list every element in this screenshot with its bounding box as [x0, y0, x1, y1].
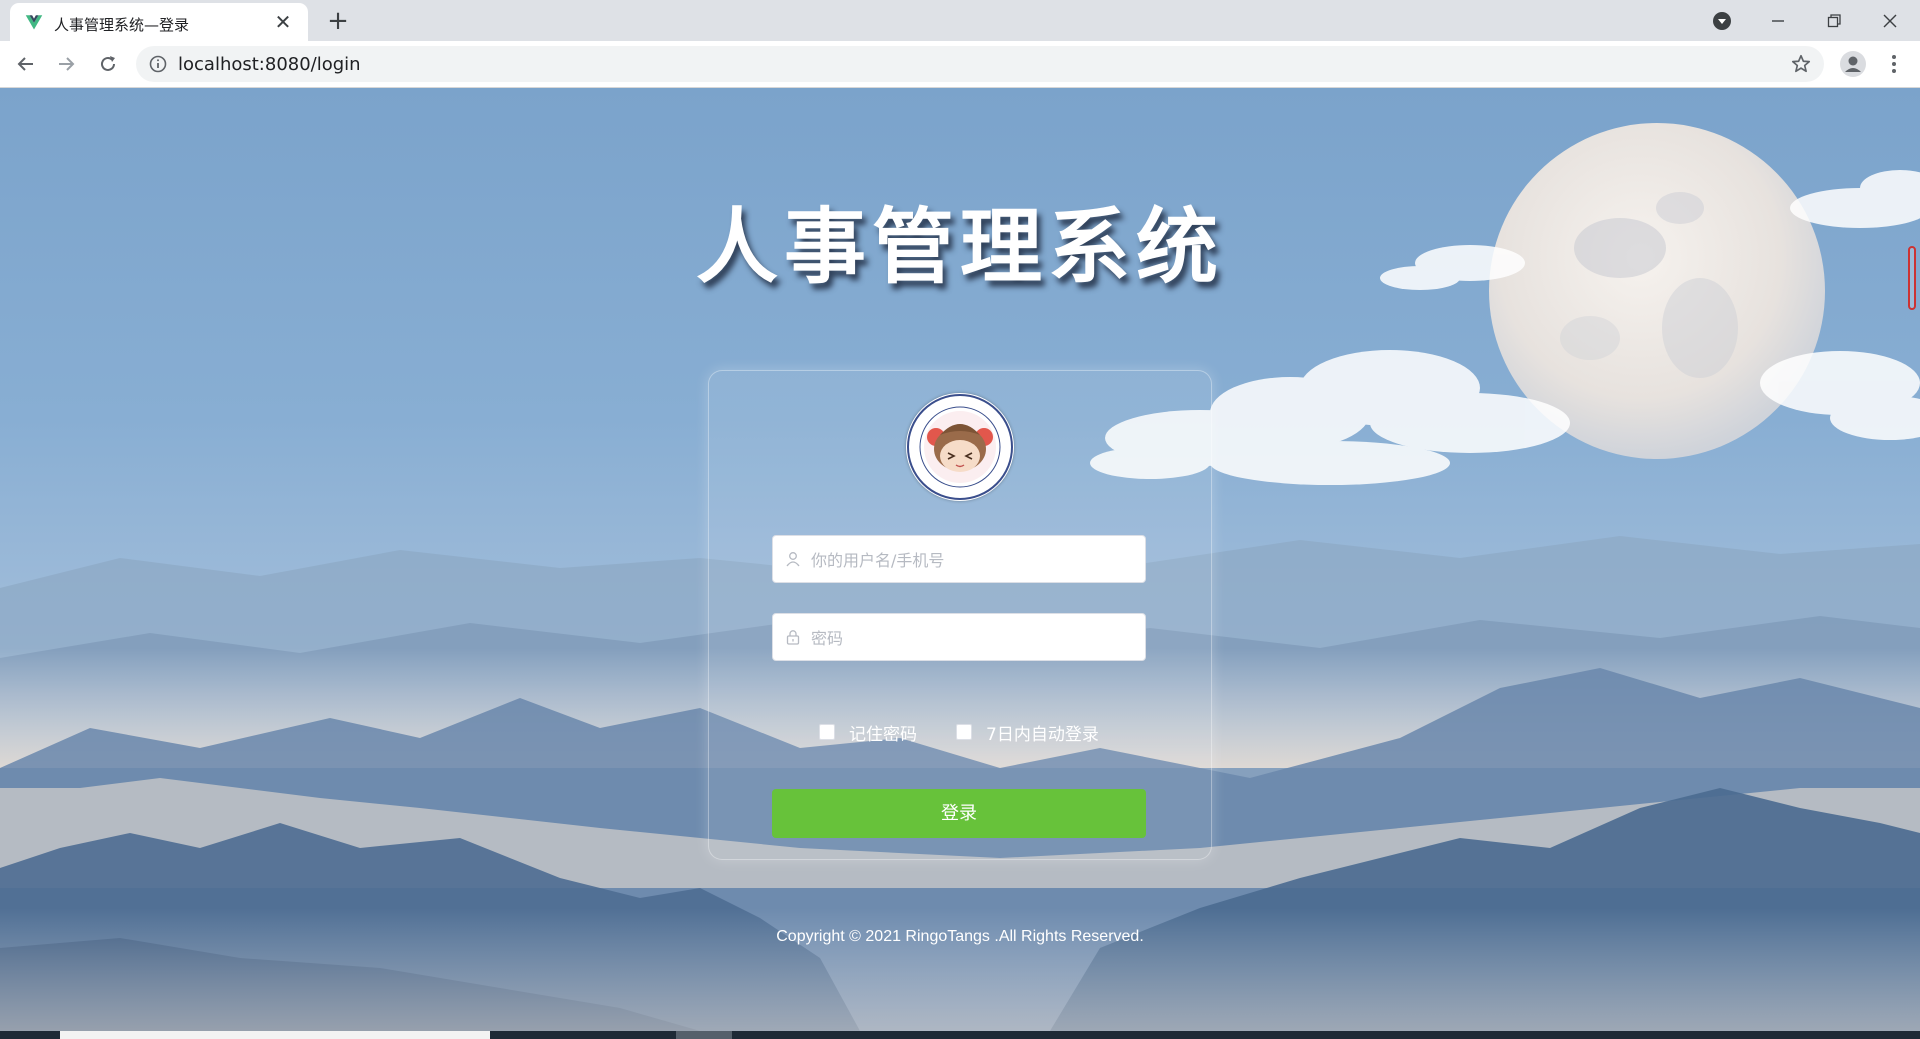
browser-tab[interactable]: 人事管理系统—登录 ✕ [10, 3, 308, 41]
taskbar-app-slot[interactable] [676, 1031, 732, 1039]
copyright-text: Copyright © 2021 RingoTangs .All Rights … [776, 928, 1144, 945]
avatar-image [907, 394, 1013, 500]
tab-close-icon[interactable]: ✕ [270, 9, 296, 35]
forward-icon[interactable] [50, 48, 82, 80]
login-card: 记住密码 7日内自动登录 登录 [708, 370, 1212, 860]
media-icon[interactable] [1694, 0, 1750, 41]
new-tab-button[interactable]: + [323, 7, 353, 37]
login-button[interactable]: 登录 [772, 789, 1146, 838]
close-window-icon[interactable] [1862, 0, 1918, 41]
remember-password-label: 记住密码 [849, 724, 917, 745]
password-field[interactable] [772, 613, 1146, 662]
username-field[interactable] [772, 535, 1146, 584]
minimize-icon[interactable] [1750, 0, 1806, 41]
password-input[interactable] [809, 614, 1133, 662]
remember-password-option[interactable]: 记住密码 [819, 720, 917, 745]
scrollbar-thumb[interactable] [1908, 246, 1916, 310]
user-icon [786, 552, 800, 567]
restore-icon[interactable] [1806, 0, 1862, 41]
avatar [906, 393, 1014, 501]
reload-icon[interactable] [92, 48, 124, 80]
remember-password-checkbox[interactable] [819, 724, 835, 740]
lock-icon [786, 630, 800, 645]
address-bar[interactable]: localhost:8080/login [136, 46, 1824, 82]
auto-login-checkbox[interactable] [956, 724, 972, 740]
info-icon[interactable] [149, 55, 167, 73]
taskbar [0, 1031, 1920, 1039]
taskbar-search[interactable] [60, 1031, 490, 1039]
url-text: localhost:8080/login [178, 54, 361, 75]
username-input[interactable] [809, 536, 1133, 584]
login-page: 人事管理系统 你的用户名/手机号 记住密码 7日内自动登录 登录 Copyrig… [0, 88, 1920, 1031]
profile-icon[interactable] [1837, 48, 1869, 80]
star-icon[interactable] [1790, 53, 1812, 75]
back-icon[interactable] [10, 48, 42, 80]
browser-tab-strip: 人事管理系统—登录 ✕ + [0, 0, 1920, 41]
auto-login-option[interactable]: 7日内自动登录 [956, 720, 1099, 745]
auto-login-label: 7日内自动登录 [986, 724, 1099, 745]
vue-favicon [25, 15, 43, 30]
menu-icon[interactable] [1882, 48, 1906, 80]
tab-title: 人事管理系统—登录 [54, 16, 190, 34]
browser-toolbar: localhost:8080/login [0, 41, 1920, 88]
system-title: 人事管理系统 [695, 199, 1224, 295]
